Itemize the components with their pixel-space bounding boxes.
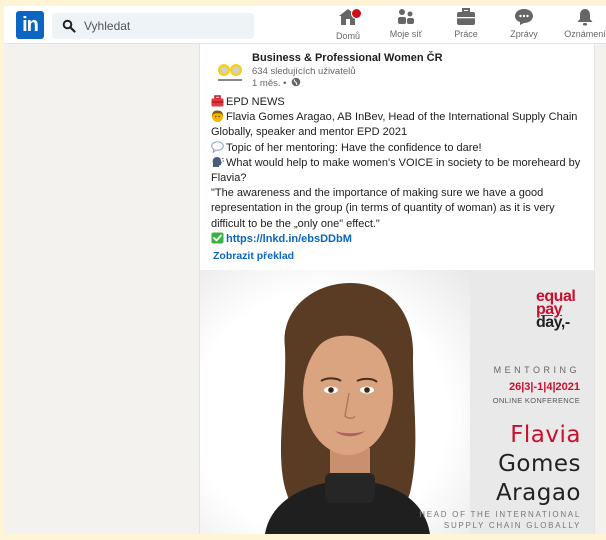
post-text: EPD NEWS Flavia Gomes Aragao, AB InBev, … [211,95,585,247]
search-icon [62,19,76,33]
nav-label: Moje síť [389,29,423,39]
post-header: Business & Professional Women ČR 634 sle… [212,52,582,96]
follower-count: 634 sledujících uživatelů [252,66,356,77]
person-portrait [265,283,430,534]
post-line-text: EPD NEWS [226,96,285,108]
company-logo[interactable] [212,55,248,91]
top-navbar: in Domů Moje síť Práce [4,6,606,44]
show-translation-link[interactable]: Zobrazit překlad [213,250,294,262]
check-mark-icon [211,232,224,244]
briefcase-icon [457,8,475,25]
mentoring-title: MENTORING [493,365,580,375]
logo-line-3: day,- [536,314,570,331]
feed-post: Business & Professional Women ČR 634 sle… [199,44,595,534]
nav-item-jobs[interactable]: Práce [444,8,488,42]
event-date: 26|3|-1|4|2021 [508,381,580,393]
linkedin-logo[interactable]: in [16,11,44,39]
post-image[interactable]: equal pay day,- MENTORING 26|3|-1|4|2021… [200,270,594,534]
frame-bottom [0,534,606,540]
speaker-first-name: Flavia [510,422,581,448]
speaking-head-icon [212,156,224,167]
company-name[interactable]: Business & Professional Women ČR [252,52,443,64]
post-line-headline: EPD NEWS [211,95,585,110]
chat-icon [515,9,533,25]
post-line-text: Flavia Gomes Aragao, AB InBev, Head of t… [211,111,578,139]
post-line-quote: "The awareness and the importance of mak… [211,186,585,232]
post-link[interactable]: https://lnkd.in/ebsDDbM [226,233,352,245]
equal-pay-day-logo: equal pay day,- [536,289,584,348]
toolbox-icon [211,95,224,107]
bell-icon [577,9,593,26]
nav-item-messages[interactable]: Zprávy [502,8,546,42]
network-icon [398,9,414,24]
nav-item-home[interactable]: Domů [326,8,370,42]
globe-icon [291,77,301,87]
woman-icon [212,110,223,123]
nav-label: Práce [454,29,478,39]
notification-badge [351,8,362,19]
event-subtitle: ONLINE KONFERENCE [492,396,580,405]
nav-item-notifications[interactable]: Oznámení [560,8,606,42]
nav-label: Oznámení [564,29,606,39]
post-line-link: https://lnkd.in/ebsDDbM [211,232,585,247]
nav-label: Zprávy [510,29,538,39]
post-line-topic: Topic of her mentoring: Have the confide… [211,140,585,156]
speaker-role-line-2: SUPPLY CHAIN GLOBALLY [443,521,581,530]
post-line-text: "The awareness and the importance of mak… [211,187,555,230]
nav-label: Domů [335,31,360,41]
speaker-role-line-1: HEAD OF THE INTERNATIONAL [419,510,581,519]
post-line-text: What would help to make women's VOICE in… [211,156,581,185]
search-box[interactable] [52,13,254,39]
post-line-intro: Flavia Gomes Aragao, AB InBev, Head of t… [211,110,585,140]
nav-item-network[interactable]: Moje síť [384,8,428,42]
post-line-text: Topic of her mentoring: Have the confide… [226,141,482,154]
speaker-last-name: Aragao [495,480,581,506]
search-input[interactable] [80,13,250,39]
post-line-question: What would help to make women's VOICE in… [211,156,585,186]
speaker-middle-name: Gomes [498,451,581,477]
speech-bubble-icon [211,140,224,153]
post-time-text: 1 měs. • [252,78,287,89]
post-time: 1 měs. • [252,77,301,89]
